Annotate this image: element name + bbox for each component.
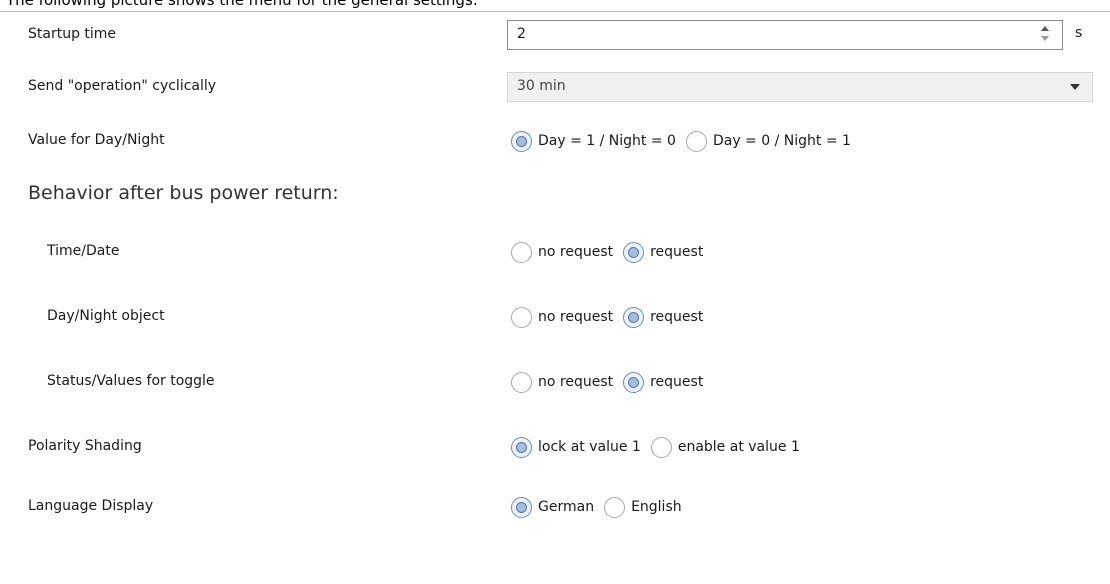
row-language-display: Language Display German English <box>0 492 1110 522</box>
radio-option-label[interactable]: English <box>631 499 682 515</box>
radio-option-label[interactable]: lock at value 1 <box>538 439 641 455</box>
spinner-arrows-icon[interactable] <box>1040 26 1050 44</box>
row-time-date: Time/Date no request request <box>0 237 1110 267</box>
radio-option-day0[interactable]: Day = 0 / Night = 1 <box>685 130 851 152</box>
radio-option-label[interactable]: request <box>650 244 703 260</box>
startup-time-spinbox[interactable]: 2 <box>507 20 1063 50</box>
send-operation-dropdown[interactable]: 30 min <box>507 72 1093 102</box>
radio-option-label[interactable]: no request <box>538 309 613 325</box>
polarity-shading-label: Polarity Shading <box>28 438 142 454</box>
row-status-values-toggle: Status/Values for toggle no request requ… <box>0 367 1110 397</box>
radio-option-label[interactable]: no request <box>538 244 613 260</box>
time-date-label: Time/Date <box>47 243 120 259</box>
radio-button[interactable] <box>650 436 672 458</box>
status-values-label: Status/Values for toggle <box>47 373 215 389</box>
status-values-radios: no request request <box>511 369 713 395</box>
radio-option-label[interactable]: enable at value 1 <box>678 439 800 455</box>
day-night-value-label: Value for Day/Night <box>28 132 165 148</box>
send-operation-value[interactable]: 30 min <box>517 78 566 94</box>
send-operation-label: Send "operation" cyclically <box>28 78 217 94</box>
row-polarity-shading: Polarity Shading lock at value 1 enable … <box>0 432 1110 462</box>
radio-option-english[interactable]: English <box>604 496 682 518</box>
row-day-night-object: Day/Night object no request request <box>0 302 1110 332</box>
general-settings-panel: Startup time 2 s Send "operation" cyclic… <box>0 11 1110 584</box>
chevron-down-icon[interactable] <box>1070 84 1080 90</box>
radio-option-day1[interactable]: Day = 1 / Night = 0 <box>511 130 676 152</box>
radio-option-no-request[interactable]: no request <box>511 241 613 263</box>
radio-option-label[interactable]: German <box>538 499 594 515</box>
radio-button[interactable] <box>511 496 532 518</box>
row-send-operation: Send "operation" cyclically 30 min <box>0 72 1110 102</box>
polarity-shading-radios: lock at value 1 enable at value 1 <box>511 434 810 460</box>
radio-button[interactable] <box>685 130 707 152</box>
radio-option-german[interactable]: German <box>511 496 594 518</box>
radio-option-label[interactable]: no request <box>538 374 613 390</box>
radio-option-request[interactable]: request <box>623 371 703 393</box>
behavior-heading: Behavior after bus power return: <box>28 182 339 204</box>
radio-button[interactable] <box>511 130 532 152</box>
radio-button[interactable] <box>623 371 645 393</box>
spin-up-icon[interactable] <box>1041 26 1049 31</box>
startup-time-value[interactable]: 2 <box>517 26 526 42</box>
radio-option-label[interactable]: Day = 0 / Night = 1 <box>713 133 851 149</box>
row-startup-time: Startup time 2 s <box>0 20 1110 50</box>
radio-button[interactable] <box>511 436 532 458</box>
radio-option-no-request[interactable]: no request <box>511 371 613 393</box>
radio-button[interactable] <box>511 371 532 393</box>
radio-option-request[interactable]: request <box>623 241 703 263</box>
startup-time-unit: s <box>1075 25 1083 41</box>
radio-option-lock[interactable]: lock at value 1 <box>511 436 641 458</box>
language-display-label: Language Display <box>28 498 154 514</box>
spin-down-icon[interactable] <box>1041 36 1049 41</box>
day-night-value-radios: Day = 1 / Night = 0 Day = 0 / Night = 1 <box>511 128 861 154</box>
radio-button[interactable] <box>511 306 532 328</box>
startup-time-label: Startup time <box>28 26 117 42</box>
radio-option-label[interactable]: request <box>650 374 703 390</box>
radio-option-request[interactable]: request <box>623 306 703 328</box>
radio-button[interactable] <box>511 241 532 263</box>
radio-option-no-request[interactable]: no request <box>511 306 613 328</box>
day-night-object-radios: no request request <box>511 304 713 330</box>
radio-button[interactable] <box>623 306 645 328</box>
day-night-object-label: Day/Night object <box>47 308 165 324</box>
radio-option-label[interactable]: Day = 1 / Night = 0 <box>538 133 676 149</box>
page-caption: The following picture shows the menu for… <box>6 0 478 9</box>
radio-option-label[interactable]: request <box>650 309 703 325</box>
language-display-radios: German English <box>511 494 692 520</box>
radio-button[interactable] <box>623 241 645 263</box>
radio-button[interactable] <box>604 496 626 518</box>
radio-option-enable[interactable]: enable at value 1 <box>650 436 800 458</box>
row-day-night-value: Value for Day/Night Day = 1 / Night = 0 … <box>0 126 1110 156</box>
time-date-radios: no request request <box>511 239 713 265</box>
